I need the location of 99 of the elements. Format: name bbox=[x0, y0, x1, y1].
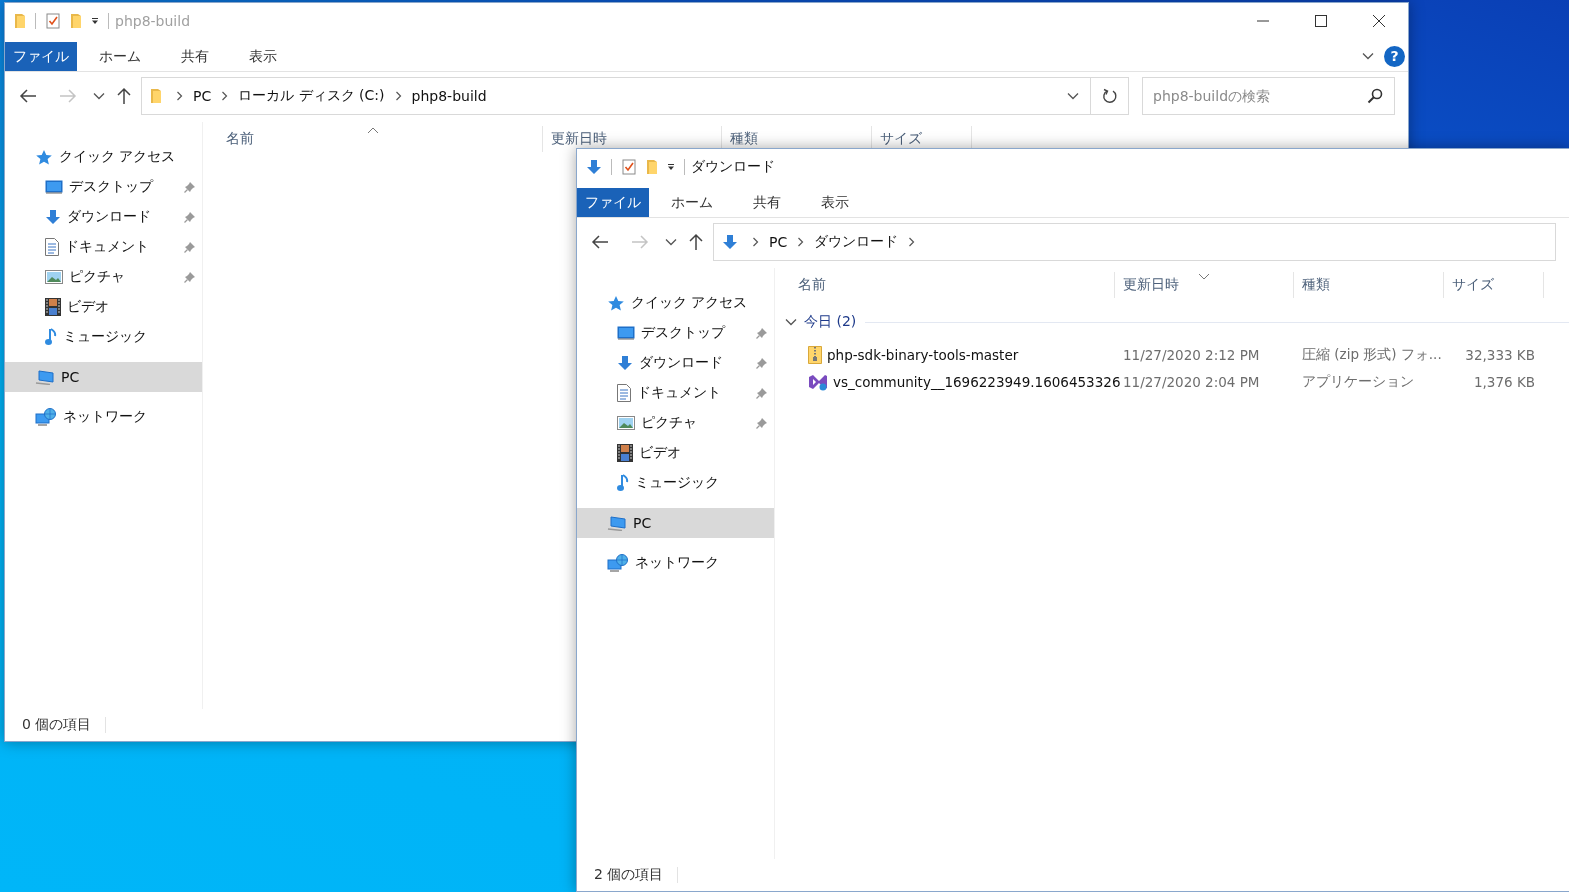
nav-item[interactable]: デスクトップ bbox=[577, 318, 774, 348]
chevron-down-icon[interactable] bbox=[665, 238, 677, 246]
network-icon bbox=[607, 554, 629, 572]
film-strip-icon bbox=[617, 444, 633, 462]
picture-icon bbox=[45, 270, 63, 284]
chevron-right-icon[interactable] bbox=[176, 91, 183, 101]
column-header[interactable]: 名前 bbox=[203, 126, 543, 152]
download-arrow-icon bbox=[722, 234, 738, 250]
nav-item[interactable]: ビデオ bbox=[577, 438, 774, 468]
download-arrow-icon bbox=[45, 209, 61, 225]
column-header[interactable]: 名前 bbox=[775, 272, 1115, 298]
breadcrumb[interactable]: PC bbox=[193, 88, 212, 104]
film-strip-icon bbox=[45, 298, 61, 316]
ribbon-tab[interactable]: 共有 bbox=[735, 188, 799, 217]
nav-item[interactable]: ネットワーク bbox=[577, 548, 774, 578]
ribbon-tab[interactable]: ファイル bbox=[5, 42, 77, 71]
nav-item[interactable]: ネットワーク bbox=[5, 402, 202, 432]
nav-item[interactable]: ダウンロード bbox=[577, 348, 774, 378]
star-icon bbox=[35, 149, 53, 165]
file-type: アプリケーション bbox=[1301, 372, 1415, 391]
chevron-down-icon[interactable] bbox=[1362, 52, 1374, 60]
file-type: 圧縮 (zip 形式) フォ... bbox=[1301, 345, 1443, 364]
refresh-icon bbox=[1101, 88, 1118, 104]
nav-item[interactable]: ミュージック bbox=[5, 322, 202, 352]
window-title: php8-build bbox=[115, 13, 191, 29]
file-size: 32,333 KB bbox=[1464, 346, 1536, 363]
up-arrow-icon[interactable] bbox=[117, 87, 131, 105]
address-bar[interactable]: PC ローカル ディスク (C:) php8-build bbox=[141, 77, 1091, 115]
ribbon-tab[interactable]: ホーム bbox=[81, 42, 159, 71]
monitor-icon bbox=[45, 180, 63, 194]
network-icon bbox=[35, 408, 57, 426]
ribbon-tab[interactable]: 表示 bbox=[803, 188, 867, 217]
ribbon-tab[interactable]: ファイル bbox=[577, 188, 649, 217]
chevron-right-icon[interactable] bbox=[908, 237, 916, 247]
ribbon-tab[interactable]: 共有 bbox=[163, 42, 227, 71]
app-icon bbox=[808, 372, 828, 391]
chevron-right-icon[interactable] bbox=[394, 91, 402, 101]
item-count: 0 個の項目 bbox=[22, 716, 92, 734]
file-size: 1,376 KB bbox=[1472, 373, 1536, 390]
ribbon-tab[interactable]: ホーム bbox=[653, 188, 731, 217]
address-bar[interactable]: PC ダウンロード bbox=[713, 223, 1556, 261]
back-arrow-icon[interactable] bbox=[19, 88, 37, 104]
checklist-icon[interactable] bbox=[621, 159, 637, 175]
music-note-icon bbox=[617, 474, 629, 492]
group-header[interactable]: 今日 (2) bbox=[785, 310, 857, 334]
breadcrumb[interactable]: ダウンロード bbox=[814, 233, 899, 251]
search-field[interactable]: php8-buildの検索 bbox=[1142, 77, 1395, 115]
file-name[interactable]: php-sdk-binary-tools-master bbox=[827, 346, 1019, 363]
close-icon[interactable] bbox=[1372, 14, 1386, 28]
nav-item[interactable]: ドキュメント bbox=[577, 378, 774, 408]
nav-item[interactable]: PC bbox=[577, 508, 774, 538]
checklist-icon[interactable] bbox=[45, 13, 61, 29]
breadcrumb[interactable]: PC bbox=[769, 234, 788, 250]
up-arrow-icon[interactable] bbox=[689, 233, 703, 251]
zip-folder-icon bbox=[808, 345, 822, 364]
nav-item[interactable]: PC bbox=[5, 362, 202, 392]
refresh-button[interactable] bbox=[1091, 77, 1129, 115]
chevron-right-icon[interactable] bbox=[221, 91, 229, 101]
nav-item[interactable]: ドキュメント bbox=[5, 232, 202, 262]
folder-icon bbox=[150, 88, 162, 104]
nav-item[interactable]: クイック アクセス bbox=[5, 142, 202, 172]
download-arrow-icon bbox=[586, 159, 602, 175]
breadcrumb[interactable]: ローカル ディスク (C:) bbox=[238, 87, 385, 105]
download-arrow-icon bbox=[617, 355, 633, 371]
star-icon bbox=[607, 295, 625, 311]
column-header[interactable]: 更新日時 bbox=[1115, 272, 1294, 298]
modified-date: 11/27/2020 2:12 PM bbox=[1122, 346, 1261, 363]
chevron-right-icon[interactable] bbox=[797, 237, 805, 247]
help-button[interactable]: ? bbox=[1384, 45, 1405, 67]
nav-item[interactable]: ピクチャ bbox=[577, 408, 774, 438]
file-name[interactable]: vs_community__1696223949.1606453326 bbox=[833, 373, 1121, 390]
nav-item[interactable]: デスクトップ bbox=[5, 172, 202, 202]
nav-item[interactable]: ピクチャ bbox=[5, 262, 202, 292]
dropdown-caret-icon[interactable] bbox=[91, 17, 99, 25]
column-header[interactable]: 種類 bbox=[1294, 272, 1444, 298]
item-count: 2 個の項目 bbox=[594, 866, 664, 884]
document-icon bbox=[45, 238, 59, 256]
nav-item[interactable]: クイック アクセス bbox=[577, 288, 774, 318]
picture-icon bbox=[617, 416, 635, 430]
computer-icon bbox=[35, 369, 55, 385]
folder-icon bbox=[14, 13, 26, 29]
nav-item[interactable]: ダウンロード bbox=[5, 202, 202, 232]
back-arrow-icon[interactable] bbox=[591, 234, 609, 250]
search-icon bbox=[1367, 88, 1383, 104]
chevron-right-icon[interactable] bbox=[752, 237, 759, 247]
document-icon bbox=[617, 384, 631, 402]
nav-item[interactable]: ミュージック bbox=[577, 468, 774, 498]
chevron-down-icon[interactable] bbox=[1067, 92, 1079, 100]
maximize-icon[interactable] bbox=[1315, 15, 1327, 27]
window-title: ダウンロード bbox=[691, 158, 775, 176]
music-note-icon bbox=[45, 328, 57, 346]
monitor-icon bbox=[617, 326, 635, 340]
computer-icon bbox=[607, 515, 627, 531]
breadcrumb[interactable]: php8-build bbox=[411, 88, 487, 104]
dropdown-caret-icon[interactable] bbox=[667, 163, 675, 171]
column-header[interactable]: サイズ bbox=[1444, 272, 1544, 298]
nav-item[interactable]: ビデオ bbox=[5, 292, 202, 322]
ribbon-tab[interactable]: 表示 bbox=[231, 42, 295, 71]
chevron-down-icon[interactable] bbox=[93, 92, 105, 100]
